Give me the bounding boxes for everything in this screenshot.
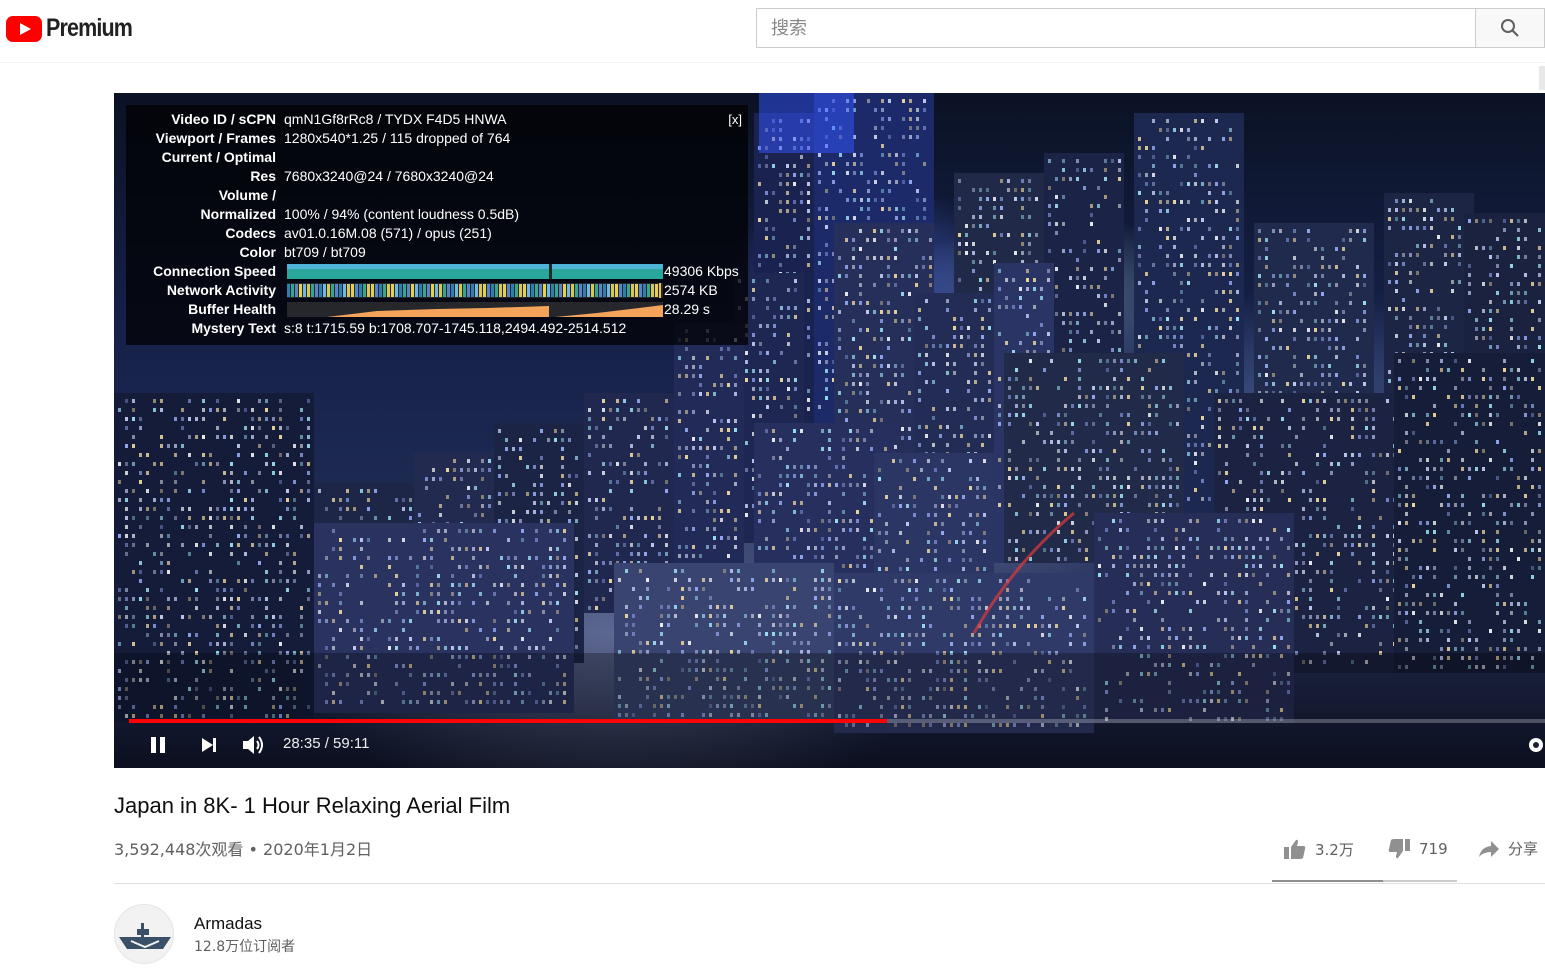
player-controls: 28:35 / 59:11	[114, 727, 1545, 763]
stats-label: Res	[250, 168, 276, 184]
pause-icon	[151, 737, 165, 753]
like-count: 3.2万	[1315, 840, 1354, 859]
youtube-logo[interactable]: Premium	[6, 14, 146, 43]
channel-name[interactable]: Armadas	[194, 914, 262, 934]
divider	[0, 62, 1545, 63]
stats-value: av01.0.16M.08 (571) / opus (251)	[284, 225, 492, 241]
stats-label: Buffer Health	[188, 301, 276, 317]
sentiment-like-fill	[1272, 880, 1383, 882]
stats-graph-value: 28.29 s	[664, 301, 710, 317]
stats-for-nerds-panel: [x] Video ID / sCPN qmN1Gf8rRc8 / TYDX F4…	[126, 105, 748, 345]
subscriber-count: 12.8万位订阅者	[194, 939, 296, 955]
stats-graph-conn	[287, 264, 663, 279]
stats-row: Viewport / Frames 1280x540*1.25 / 115 dro…	[126, 129, 748, 148]
channel-avatar[interactable]	[114, 904, 174, 964]
stats-graph-value: 2574 KB	[664, 282, 718, 298]
stats-label: Current / Optimal	[161, 149, 276, 165]
search-icon	[1501, 19, 1519, 37]
stats-row: Buffer Health 28.29 s	[126, 300, 748, 319]
sentiment-bar	[1272, 880, 1457, 882]
thumbs-up-icon	[1284, 839, 1306, 859]
stats-label: Normalized	[200, 206, 276, 222]
stats-value: 1280x540*1.25 / 115 dropped of 764	[284, 130, 511, 146]
search-button[interactable]	[1475, 8, 1545, 48]
stats-label: Volume /	[218, 187, 276, 203]
thumbs-down-icon	[1388, 839, 1410, 859]
stats-row: Current / Optimal	[126, 148, 748, 167]
search-box	[756, 8, 1475, 48]
share-button[interactable]: 分享	[1478, 838, 1538, 859]
stats-row: Video ID / sCPN qmN1Gf8rRc8 / TYDX F4D5 H…	[126, 110, 748, 129]
stats-row: Connection Speed 49306 Kbps	[126, 262, 748, 281]
stats-value: bt709 / bt709	[284, 244, 366, 260]
stats-graph-value: 49306 Kbps	[664, 263, 739, 279]
video-title: Japan in 8K- 1 Hour Relaxing Aerial Film	[114, 793, 511, 818]
stats-label: Mystery Text	[191, 320, 276, 336]
stats-label: Codecs	[225, 225, 276, 241]
stats-row: Codecs av01.0.16M.08 (571) / opus (251)	[126, 224, 748, 243]
like-button[interactable]: 3.2万	[1283, 838, 1354, 860]
stats-value: s:8 t:1715.59 b:1708.707-1745.118,2494.4…	[284, 320, 627, 336]
stats-label: Color	[239, 244, 276, 260]
progress-bar[interactable]	[129, 719, 1545, 723]
next-button[interactable]	[191, 729, 227, 761]
video-meta: 3,592,448次观看 • 2020年1月2日	[114, 840, 373, 859]
logo-text: Premium	[46, 14, 133, 42]
stats-row: Normalized 100% / 94% (content loudness 0…	[126, 205, 748, 224]
dislike-count: 719	[1419, 840, 1448, 858]
stats-row: Volume /	[126, 186, 748, 205]
ship-logo-icon	[119, 923, 171, 949]
dislike-button[interactable]: 719	[1387, 838, 1448, 860]
pause-button[interactable]	[140, 729, 176, 761]
volume-icon	[243, 736, 263, 754]
video-player[interactable]: [x] Video ID / sCPN qmN1Gf8rRc8 / TYDX F4…	[114, 93, 1545, 768]
search-input[interactable]	[757, 9, 1475, 47]
scrollbar-thumb[interactable]	[1539, 66, 1545, 90]
stats-value: qmN1Gf8rRc8 / TYDX F4D5 HNWA	[284, 111, 507, 127]
stats-row: Color bt709 / bt709	[126, 243, 748, 262]
stats-graph-buf	[287, 302, 663, 317]
stats-graph-net	[287, 283, 663, 298]
stats-label: Video ID / sCPN	[171, 111, 276, 127]
stats-row: Res 7680x3240@24 / 7680x3240@24	[126, 167, 748, 186]
stats-value: 100% / 94% (content loudness 0.5dB)	[284, 206, 520, 222]
time-display: 28:35 / 59:11	[283, 735, 370, 752]
share-icon	[1479, 840, 1499, 857]
mute-button[interactable]	[235, 729, 271, 761]
stats-row: Network Activity 2574 KB	[126, 281, 748, 300]
masthead: Premium	[0, 0, 1545, 56]
stats-value: 7680x3240@24 / 7680x3240@24	[284, 168, 494, 184]
next-icon	[202, 738, 216, 752]
stats-label: Connection Speed	[153, 263, 276, 279]
share-label: 分享	[1508, 840, 1539, 858]
progress-played	[129, 719, 887, 723]
settings-button[interactable]	[1526, 729, 1545, 761]
stats-row: Mystery Text s:8 t:1715.59 b:1708.707-174…	[126, 319, 748, 338]
stats-label: Viewport / Frames	[155, 130, 276, 146]
settings-icon	[1529, 738, 1543, 752]
youtube-logo-icon	[6, 15, 42, 42]
divider	[114, 883, 1545, 884]
stats-label: Network Activity	[166, 282, 276, 298]
